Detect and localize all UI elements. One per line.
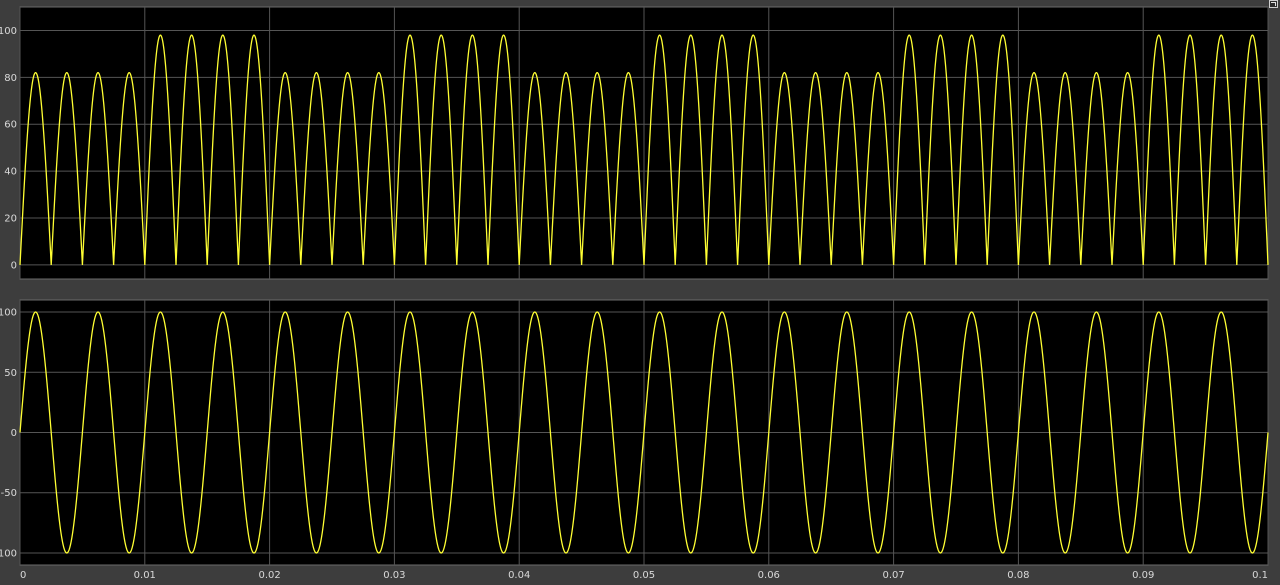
x-tick-label: 0.01: [134, 570, 156, 581]
x-tick-label: 0.08: [1007, 570, 1029, 581]
x-tick-label: 0.04: [508, 570, 530, 581]
x-tick-label: 0: [20, 570, 26, 581]
y-tick-label: 0: [11, 428, 17, 439]
x-tick-label: 0.1: [1252, 570, 1268, 581]
y-tick-label: 50: [4, 368, 17, 379]
scope-display: 0 20 40 60 80 100 0 0.01 0.02 0.03 0.04 0.05 0.06 0.0…: [0, 6, 1269, 581]
x-tick-label: 0.05: [633, 570, 655, 581]
y-tick-label: 100: [0, 308, 17, 319]
y-tick-label: 100: [0, 26, 17, 37]
y-tick-label: 0: [11, 260, 17, 271]
scope-axes-2: 0 0.01 0.02 0.03 0.04 0.05 0.06 0.07 0.08 0.09 0.1…: [0, 299, 1269, 581]
scope-axes-1: 0 20 40 60 80 100: [0, 6, 1269, 280]
x-tick-label: 0.02: [258, 570, 280, 581]
y-tick-label: 40: [4, 167, 17, 178]
y-tick-label: -100: [0, 548, 17, 559]
y-tick-label: 80: [4, 73, 17, 84]
x-tick-label: 0.07: [882, 570, 904, 581]
undock-arrow-icon[interactable]: [1269, 0, 1278, 8]
x-tick-label: 0.09: [1132, 570, 1154, 581]
y-tick-label: 20: [4, 214, 17, 225]
y-tick-label: -50: [1, 488, 17, 499]
y-tick-label: 60: [4, 120, 17, 131]
x-tick-label: 0.03: [383, 570, 405, 581]
x-tick-label: 0.06: [758, 570, 780, 581]
